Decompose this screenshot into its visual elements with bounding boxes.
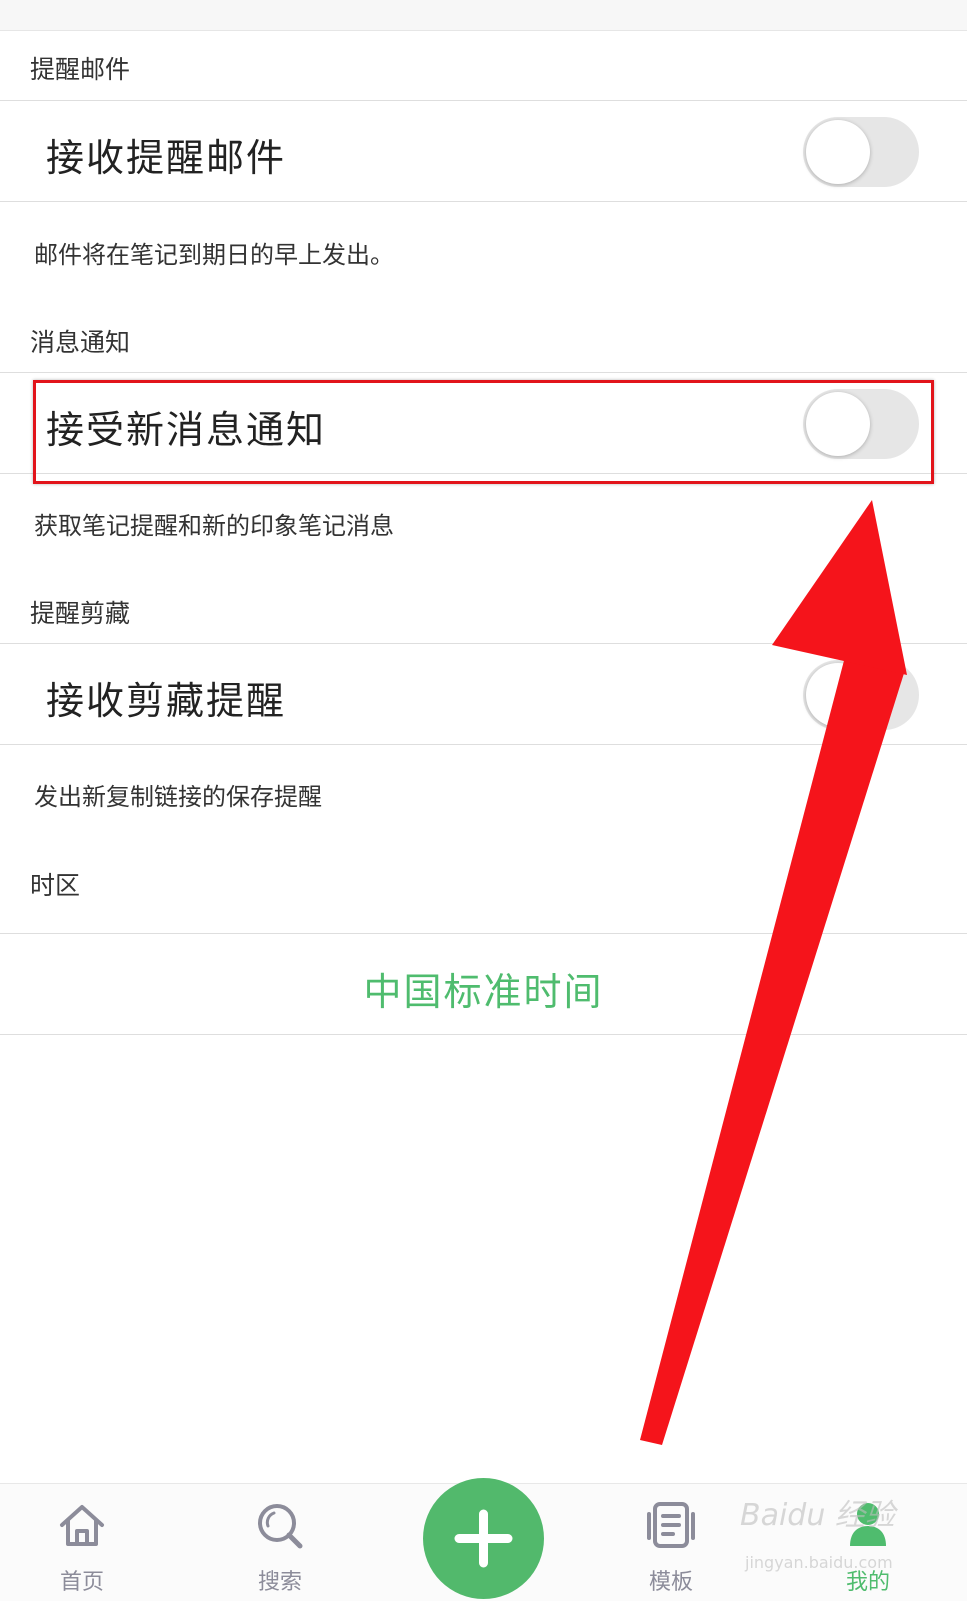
toggle-knob <box>806 392 870 456</box>
section-header-email: 提醒邮件 <box>30 55 131 84</box>
tab-template[interactable]: 模板 <box>611 1484 731 1601</box>
row-new-message-notification[interactable]: 接受新消息通知 <box>0 372 967 474</box>
top-bar <box>0 0 967 31</box>
row-clip-reminder[interactable]: 接收剪藏提醒 <box>0 643 967 745</box>
row-timezone[interactable]: 中国标准时间 <box>0 933 967 1035</box>
row-email-reminder[interactable]: 接收提醒邮件 <box>0 100 967 202</box>
hint-notification: 获取笔记提醒和新的印象笔记消息 <box>34 512 394 540</box>
section-header-timezone: 时区 <box>30 871 81 900</box>
hint-clip: 发出新复制链接的保存提醒 <box>34 783 322 811</box>
hint-email: 邮件将在笔记到期日的早上发出。 <box>34 241 394 269</box>
timezone-value: 中国标准时间 <box>363 970 604 1014</box>
tab-label-search: 搜索 <box>257 1570 302 1595</box>
section-header-notification: 消息通知 <box>30 328 131 357</box>
tab-search[interactable]: 搜索 <box>220 1484 340 1601</box>
home-icon <box>60 1505 104 1546</box>
toggle-knob <box>806 120 870 184</box>
search-icon <box>258 1504 303 1549</box>
email-reminder-toggle[interactable] <box>803 117 919 187</box>
row-label-notification: 接受新消息通知 <box>46 408 327 452</box>
watermark-url: jingyan.baidu.com <box>745 1553 893 1572</box>
row-label-clip: 接收剪藏提醒 <box>46 679 287 723</box>
toggle-knob <box>806 663 870 727</box>
clip-reminder-toggle[interactable] <box>803 660 919 730</box>
plus-icon <box>454 1509 513 1568</box>
watermark-brand: Baidu 经验 <box>740 1498 895 1533</box>
row-label-email: 接收提醒邮件 <box>46 136 287 180</box>
notification-toggle[interactable] <box>803 389 919 459</box>
add-note-button[interactable] <box>423 1478 544 1599</box>
tab-label-home: 首页 <box>59 1570 104 1595</box>
tab-home[interactable]: 首页 <box>22 1484 142 1601</box>
section-header-clip: 提醒剪藏 <box>30 599 131 628</box>
tab-label-template: 模板 <box>648 1570 693 1595</box>
template-icon <box>647 1502 695 1548</box>
